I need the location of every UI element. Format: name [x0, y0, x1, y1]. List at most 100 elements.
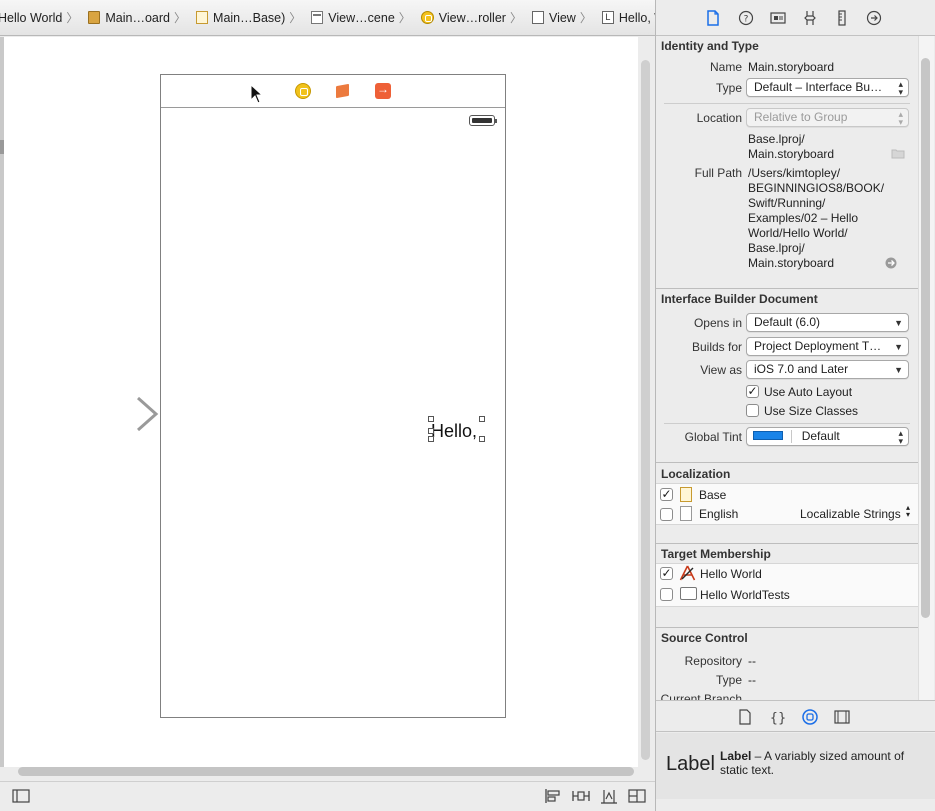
xcode-window: Hello World 〉 Main…oard 〉 Main…Base) 〉 View… [0, 0, 935, 811]
crumb-view-controller[interactable]: View…roller 〉 [413, 0, 524, 35]
resize-handle[interactable] [428, 416, 434, 422]
crumb-view[interactable]: View 〉 [524, 0, 594, 35]
crumb-label: Main…oard [105, 10, 171, 25]
name-value: Main.storyboard [748, 60, 835, 74]
storyboard-file-icon [680, 487, 692, 502]
section-separator [656, 462, 918, 463]
identity-inspector-icon[interactable] [770, 10, 786, 26]
first-responder-icon[interactable] [335, 83, 351, 99]
global-tint-label: Global Tint [684, 430, 742, 444]
localization-english-checkbox[interactable] [660, 508, 673, 521]
chevron-right-icon: 〉 [398, 11, 411, 25]
target-hello-world-checkbox[interactable]: ✓ [660, 567, 673, 580]
resizing-behavior-icon[interactable] [628, 788, 646, 804]
opens-in-popup[interactable]: Default (6.0) ▼ [746, 313, 909, 332]
location-label: Location [696, 111, 742, 125]
entry-point-arrow-icon[interactable] [56, 396, 160, 432]
crumb-project[interactable]: Hello World 〉 [0, 0, 80, 35]
object-library-icon[interactable] [802, 709, 818, 725]
type-popup[interactable]: Default – Interface Bu… ▴ ▾ [746, 78, 909, 97]
folder-icon[interactable] [891, 148, 905, 159]
chevron-down-icon: ▼ [894, 365, 903, 375]
section-title-target-membership: Target Membership [661, 547, 771, 561]
library-item-label[interactable]: Label Label – A variably sized amount of… [656, 733, 935, 799]
resolve-issues-icon[interactable] [600, 788, 618, 804]
builds-for-popup[interactable]: Project Deployment T… ▼ [746, 337, 909, 356]
quick-help-icon[interactable]: ? [738, 10, 754, 26]
storyboard-icon [88, 11, 101, 24]
connections-inspector-icon[interactable] [866, 10, 882, 26]
updown-arrows-icon: ▴ ▾ [898, 109, 903, 127]
document-outline-toggle-icon[interactable] [12, 788, 30, 804]
auto-layout-label: Use Auto Layout [764, 385, 853, 399]
align-icon[interactable] [544, 788, 562, 804]
auto-layout-checkbox[interactable]: ✓ [746, 385, 759, 398]
chevron-down-icon: ▼ [894, 318, 903, 328]
media-library-icon[interactable] [834, 709, 850, 725]
library-item-title: Label [666, 753, 715, 775]
chevron-right-icon: 〉 [509, 11, 522, 25]
full-path-label: Full Path [694, 166, 742, 180]
mouse-cursor-icon [250, 84, 264, 104]
section-title-identity: Identity and Type [661, 39, 759, 53]
view-as-value: iOS 7.0 and Later [754, 362, 849, 376]
section-separator [656, 288, 918, 289]
view-as-popup[interactable]: iOS 7.0 and Later ▼ [746, 360, 909, 379]
updown-arrows-icon: ▴ ▾ [898, 428, 903, 446]
file-template-library-icon[interactable] [738, 709, 752, 725]
crumb-label: View…cene [328, 10, 395, 25]
file-icon [196, 11, 209, 24]
file-inspector-icon[interactable] [705, 10, 721, 26]
localization-mode-popup[interactable]: Localizable Strings [800, 507, 901, 521]
resize-handle[interactable] [479, 436, 485, 442]
section-title-ib-document: Interface Builder Document [661, 292, 818, 306]
size-inspector-icon[interactable] [834, 10, 850, 26]
chevron-right-icon: 〉 [579, 11, 592, 25]
localization-base-checkbox[interactable]: ✓ [660, 488, 673, 501]
utilities-inspector: ? Identity and Type Name Main.storyboard… [655, 0, 935, 811]
size-classes-label: Use Size Classes [764, 404, 859, 418]
pin-icon[interactable] [572, 788, 590, 804]
target-tests-checkbox[interactable] [660, 588, 673, 601]
attributes-inspector-icon[interactable] [802, 10, 818, 26]
chevron-right-icon: 〉 [174, 11, 187, 25]
resize-handle[interactable] [479, 416, 485, 422]
reveal-in-finder-icon[interactable] [885, 257, 897, 269]
full-path-line: /Users/kimtopley/ [748, 166, 841, 180]
global-tint-popup[interactable]: Default ▴ ▾ [746, 427, 909, 446]
resize-handle[interactable] [428, 428, 434, 434]
opens-in-value: Default (6.0) [754, 315, 821, 329]
crumb-storyboard[interactable]: Main…oard 〉 [80, 0, 188, 35]
type-popup-value: Default – Interface Bu… [754, 80, 883, 94]
location-popup-value: Relative to Group [754, 110, 848, 124]
section-separator [656, 627, 918, 628]
target-item-label: Hello World [700, 567, 762, 581]
target-item-label: Hello WorldTests [700, 588, 790, 602]
size-classes-checkbox[interactable] [746, 404, 759, 417]
full-path-line: Base.lproj/ [748, 241, 805, 255]
canvas-vertical-scrollbar[interactable] [641, 60, 650, 760]
canvas-horizontal-scrollbar[interactable] [18, 767, 634, 776]
library-tab-bar: {} [656, 700, 935, 732]
exit-icon[interactable] [375, 82, 391, 99]
view-controller-scene[interactable]: Hello, World! [160, 74, 506, 718]
crumb-label: Main…Base) [213, 10, 286, 25]
full-path-line: BEGINNINGIOS8/BOOK/ [748, 181, 885, 195]
inspector-scrollbar[interactable] [921, 58, 930, 618]
resize-handle[interactable] [428, 436, 434, 442]
chevron-right-icon: 〉 [289, 11, 302, 25]
crumb-label-element[interactable]: L Hello, World! [594, 0, 655, 35]
global-tint-swatch [753, 431, 783, 441]
view-controller-icon[interactable] [295, 83, 311, 99]
crumb-base-file[interactable]: Main…Base) 〉 [188, 0, 303, 35]
hello-world-label[interactable]: Hello, World! [431, 419, 507, 444]
battery-icon [469, 115, 497, 126]
code-snippet-library-icon[interactable]: {} [770, 709, 786, 725]
crumb-scene[interactable]: View…cene 〉 [303, 0, 413, 35]
sc-type-label: Type [715, 673, 742, 687]
section-title-localization: Localization [661, 467, 731, 481]
location-popup[interactable]: Relative to Group ▴ ▾ [746, 108, 909, 127]
scene-dock [161, 75, 505, 108]
repository-value: -- [748, 654, 756, 668]
type-label: Type [715, 81, 742, 95]
